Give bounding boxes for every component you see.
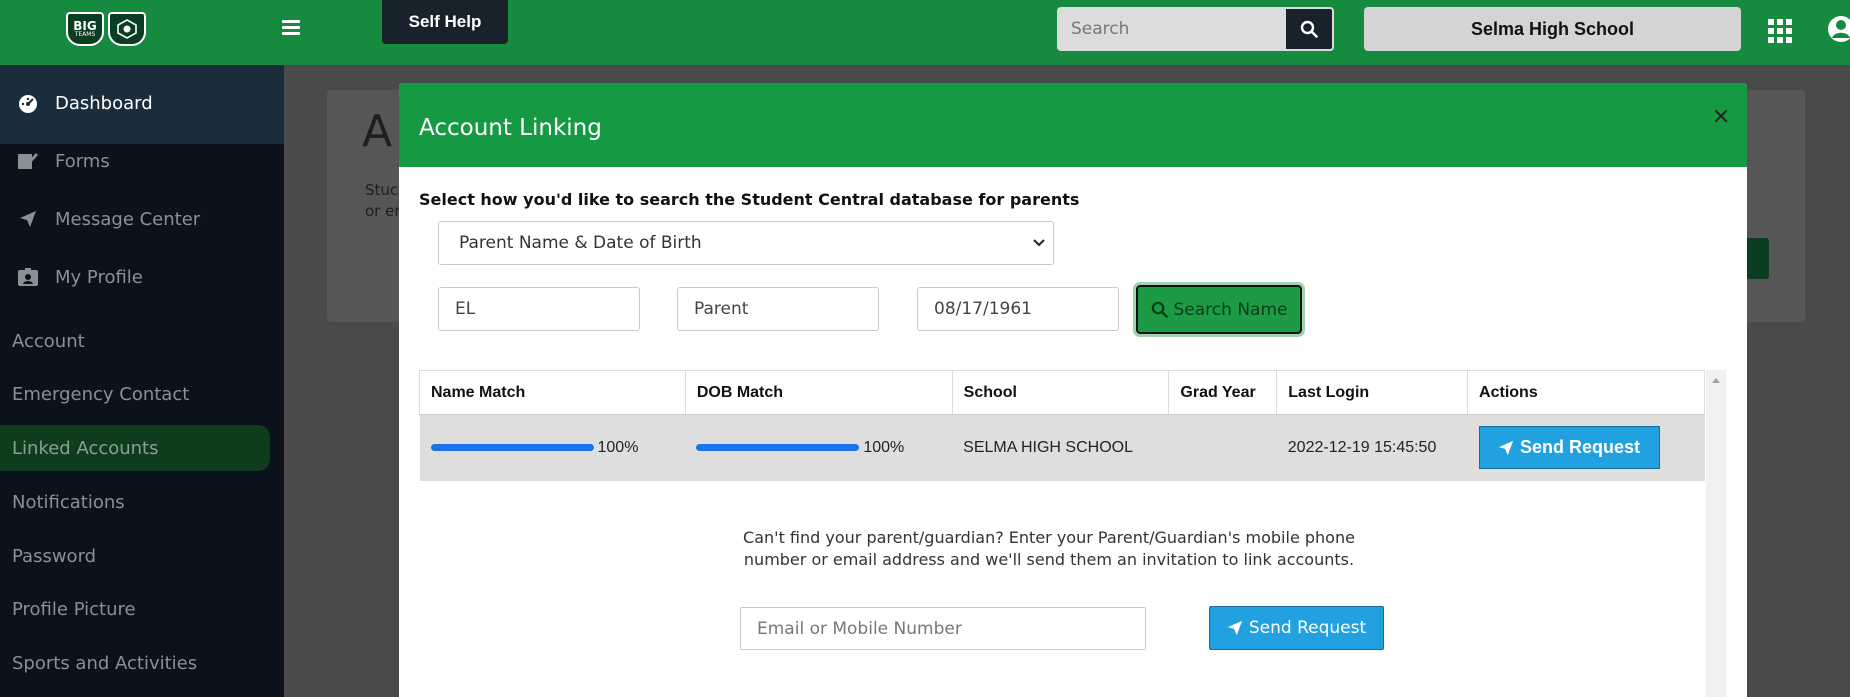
dob-match-progress-bar <box>696 444 860 452</box>
grad-year-cell <box>1168 414 1277 481</box>
actions-cell: Send Request <box>1467 414 1705 481</box>
last-name-field[interactable]: Parent <box>677 287 879 331</box>
column-header: School <box>951 370 1170 415</box>
invite-help-text: Can't find your parent/guardian? Enter y… <box>739 527 1359 571</box>
last-login-cell: 2022-12-19 15:45:50 <box>1276 414 1468 481</box>
table-scrollbar[interactable] <box>1706 370 1726 697</box>
send-request-label: Send Request <box>1520 437 1641 458</box>
paper-plane-icon <box>1227 620 1242 636</box>
page-description-line: or er <box>365 202 401 220</box>
invite-send-request-button[interactable]: Send Request <box>1209 606 1384 650</box>
help-text-line: Can't find your parent/guardian? Enter y… <box>743 528 1355 547</box>
global-search <box>1057 7 1334 51</box>
name-match-cell: 100% <box>419 414 686 481</box>
sidebar-item-profile-picture[interactable]: Profile Picture <box>0 586 270 632</box>
logo-badge: BIG TEAMS <box>66 12 104 46</box>
dob-match-cell: 100% <box>685 414 953 481</box>
sidebar-item-message-center[interactable]: Message Center <box>0 196 270 242</box>
email-or-mobile-input[interactable] <box>740 607 1146 650</box>
search-method-value: Parent Name & Date of Birth <box>459 233 702 253</box>
logo-emblem-icon <box>108 12 146 46</box>
account-linking-modal: Account Linking Select how you'd like to… <box>399 83 1747 697</box>
sidebar-item-label: Message Center <box>55 208 201 230</box>
school-selector-button[interactable]: Selma High School <box>1364 7 1741 51</box>
sidebar-item-forms[interactable]: Forms <box>0 138 270 184</box>
sidebar-item-my-profile[interactable]: My Profile <box>0 254 270 300</box>
invite-send-request-label: Send Request <box>1248 618 1367 638</box>
page-description: Stuc or er <box>365 180 401 222</box>
sidebar-item-linked-accounts[interactable]: Linked Accounts <box>0 425 270 471</box>
sidebar-item-emergency-contact[interactable]: Emergency Contact <box>0 371 270 417</box>
sidebar-item-sports-activities[interactable]: Sports and Activities <box>0 640 270 686</box>
user-account-icon[interactable] <box>1826 14 1850 44</box>
name-match-progress-bar <box>430 444 594 452</box>
forms-icon <box>0 151 55 171</box>
menu-toggle-icon[interactable] <box>282 20 300 36</box>
scroll-up-icon[interactable] <box>1712 378 1720 383</box>
paper-plane-icon <box>0 210 55 228</box>
table-row: 100% 100% SELMA HIGH SCHOOL 2022-12-19 1… <box>419 414 1705 481</box>
chevron-down-icon <box>1033 239 1045 247</box>
self-help-button[interactable]: Self Help <box>382 0 508 44</box>
id-badge-icon <box>0 267 55 287</box>
school-cell: SELMA HIGH SCHOOL <box>952 414 1169 481</box>
first-name-field[interactable]: EL <box>438 287 640 331</box>
search-name-button[interactable]: Search Name <box>1133 282 1305 337</box>
sidebar-item-notifications[interactable]: Notifications <box>0 479 270 525</box>
close-icon[interactable] <box>1713 108 1729 124</box>
table-header-row: Name Match DOB Match School Grad Year La… <box>419 370 1705 415</box>
dashboard-icon <box>0 92 55 114</box>
logo-subtext: TEAMS <box>74 31 96 38</box>
column-header: Actions <box>1467 370 1705 415</box>
search-instruction: Select how you'd like to search the Stud… <box>419 190 1080 209</box>
top-navbar: BIG TEAMS Self Help Selma High School <box>0 0 1850 65</box>
sidebar: Dashboard Forms Message Center My Profil… <box>0 65 284 697</box>
column-header: Last Login <box>1276 370 1469 415</box>
page-description-line: Stuc <box>365 181 399 199</box>
sidebar-item-label: Dashboard <box>55 92 153 114</box>
page-title: A <box>362 106 393 157</box>
column-header: DOB Match <box>684 370 953 415</box>
search-method-select[interactable]: Parent Name & Date of Birth <box>438 221 1054 265</box>
sidebar-item-label: Forms <box>55 150 110 172</box>
modal-header: Account Linking <box>399 83 1747 167</box>
date-of-birth-field[interactable]: 08/17/1961 <box>917 287 1119 331</box>
sidebar-item-password[interactable]: Password <box>0 533 270 579</box>
big-teams-logo[interactable]: BIG TEAMS <box>66 12 146 46</box>
apps-grid-icon[interactable] <box>1768 19 1792 43</box>
search-input[interactable] <box>1057 7 1284 51</box>
name-match-value: 100% <box>597 438 639 456</box>
results-table: Name Match DOB Match School Grad Year La… <box>419 370 1705 481</box>
paper-plane-icon <box>1498 440 1514 455</box>
column-header: Grad Year <box>1168 370 1278 415</box>
search-button[interactable] <box>1284 7 1334 51</box>
column-header: Name Match <box>419 370 686 415</box>
dob-match-value: 100% <box>863 438 905 456</box>
search-icon <box>1151 301 1168 318</box>
modal-title: Account Linking <box>419 115 602 141</box>
sidebar-item-label: My Profile <box>55 266 143 288</box>
sidebar-item-account[interactable]: Account <box>0 318 270 364</box>
search-icon <box>1300 20 1318 38</box>
help-text-line: number or email address and we'll send t… <box>743 550 1355 569</box>
search-name-label: Search Name <box>1173 299 1288 320</box>
send-request-button[interactable]: Send Request <box>1478 426 1660 470</box>
sidebar-item-dashboard[interactable]: Dashboard <box>0 80 270 126</box>
